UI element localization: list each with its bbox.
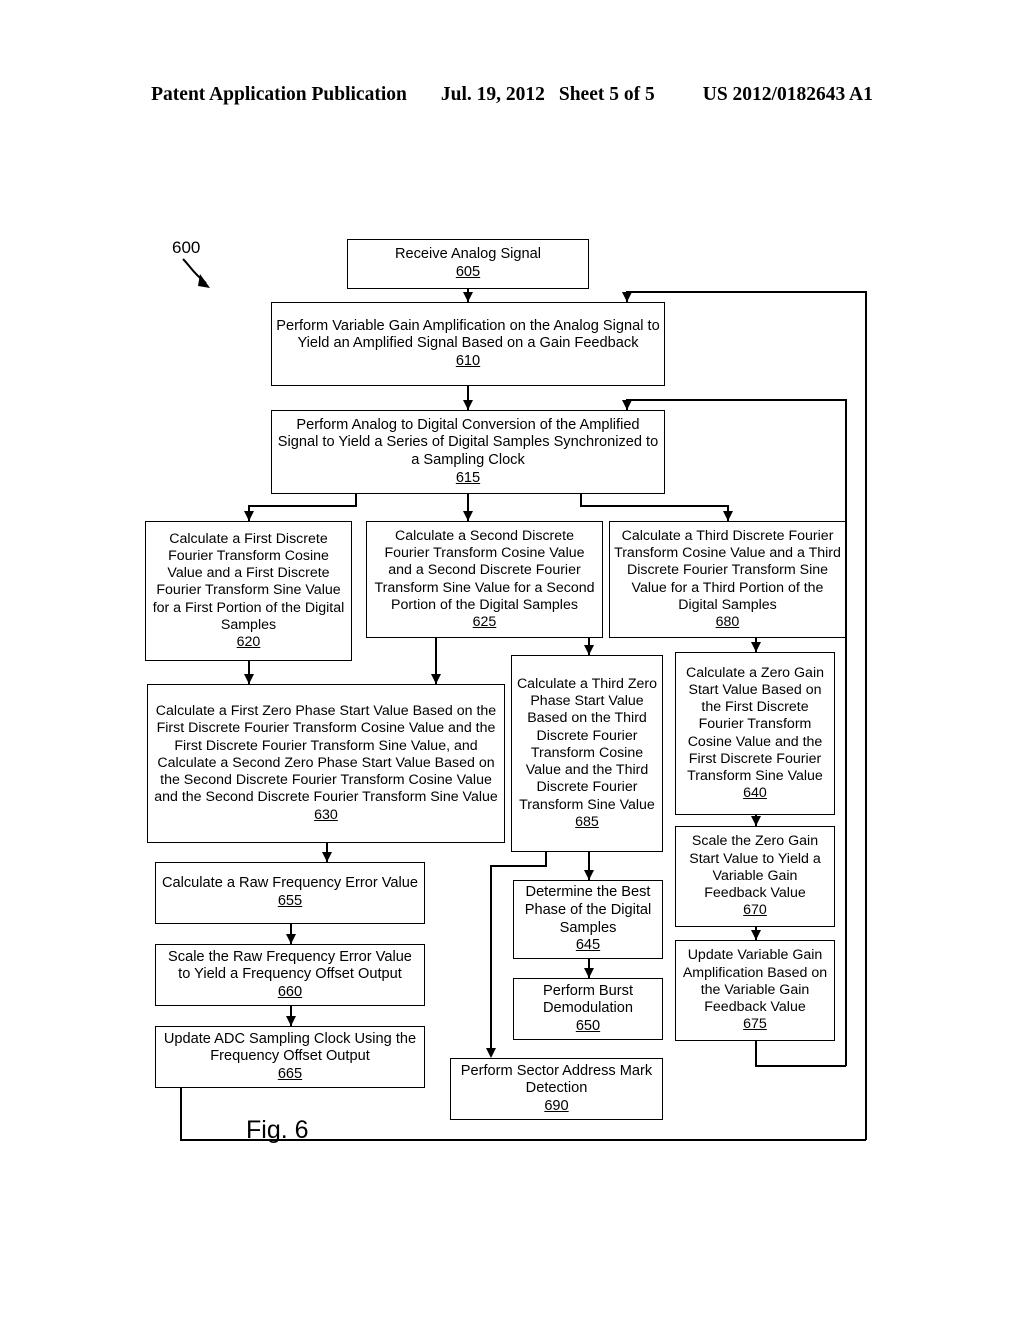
node-640-text: Calculate a Zero Gain Start Value Based … [685, 664, 824, 784]
node-665-update-adc-sampling-clock[interactable]: Update ADC Sampling Clock Using the Freq… [155, 1026, 425, 1088]
node-630-text: Calculate a First Zero Phase Start Value… [154, 703, 498, 806]
arrow-625-630 [430, 674, 441, 684]
feedback-675-615-rise [845, 399, 847, 1066]
connector-685-690-drop [545, 852, 547, 866]
arrow-615-620 [243, 511, 254, 521]
arrow-610-615 [462, 400, 473, 410]
arrow-645-650 [583, 968, 594, 978]
feedback-675-615-run [755, 1065, 846, 1067]
node-625-text: Calculate a Second Discrete Fourier Tran… [374, 527, 595, 613]
feedback-665-610-run [180, 1139, 866, 1141]
arrow-680-640 [750, 642, 761, 652]
node-610-variable-gain-amplification[interactable]: Perform Variable Gain Amplification on t… [271, 302, 665, 386]
node-620-first-dft[interactable]: Calculate a First Discrete Fourier Trans… [145, 521, 352, 661]
node-615-text: Perform Analog to Digital Conversion of … [277, 416, 659, 468]
connector-615-left-run [248, 505, 357, 507]
node-655-raw-frequency-error-value[interactable]: Calculate a Raw Frequency Error Value 65… [155, 862, 425, 924]
node-680-text: Calculate a Third Discrete Fourier Trans… [614, 527, 841, 613]
node-625-number: 625 [472, 613, 497, 630]
node-660-number: 660 [277, 983, 303, 1000]
node-655-number: 655 [277, 893, 303, 909]
connector-685-690-run [490, 865, 547, 867]
node-630-number: 630 [314, 806, 338, 823]
node-675-update-variable-gain-amplification[interactable]: Update Variable Gain Amplification Based… [675, 940, 835, 1041]
node-605-text: Receive Analog Signal [394, 246, 542, 263]
node-625-second-dft[interactable]: Calculate a Second Discrete Fourier Tran… [366, 521, 603, 638]
arrow-680-685 [583, 645, 594, 655]
arrow-660-665 [285, 1016, 296, 1026]
node-620-number: 620 [236, 634, 261, 650]
arrow-615-680 [722, 511, 733, 521]
node-630-first-second-zero-phase-start[interactable]: Calculate a First Zero Phase Start Value… [147, 684, 505, 843]
arrow-685-690 [485, 1048, 496, 1058]
node-605-receive-analog-signal[interactable]: Receive Analog Signal 605 [347, 239, 589, 289]
node-680-number: 680 [715, 613, 740, 630]
node-665-number: 665 [277, 1065, 303, 1082]
header-sheet-number: Sheet 5 of 5 [558, 84, 655, 105]
feedback-665-610-drop [180, 1088, 182, 1140]
diagram-reference-number: 600 [172, 238, 201, 257]
node-645-determine-best-phase[interactable]: Determine the Best Phase of the Digital … [513, 880, 663, 959]
feedback-665-610-rise [865, 291, 867, 1140]
node-610-text: Perform Variable Gain Amplification on t… [276, 317, 660, 352]
node-655-text: Calculate a Raw Frequency Error Value [161, 875, 419, 892]
header-patent-number: US 2012/0182643 A1 [702, 84, 873, 105]
node-640-zero-gain-start-value[interactable]: Calculate a Zero Gain Start Value Based … [675, 652, 835, 815]
feedback-675-615-top [626, 399, 846, 401]
node-665-text: Update ADC Sampling Clock Using the Freq… [163, 1030, 417, 1065]
lead-arrow-icon [182, 258, 210, 288]
node-670-number: 670 [743, 902, 767, 919]
node-650-number: 650 [575, 1017, 601, 1034]
feedback-665-610-top [626, 291, 867, 293]
node-680-third-dft[interactable]: Calculate a Third Discrete Fourier Trans… [609, 521, 846, 638]
node-650-perform-burst-demodulation[interactable]: Perform Burst Demodulation 650 [513, 978, 663, 1040]
connector-685-690-down [490, 865, 492, 1049]
node-670-scale-zero-gain-start-value[interactable]: Scale the Zero Gain Start Value to Yield… [675, 826, 835, 927]
node-615-number: 615 [455, 469, 481, 486]
arrow-685-645 [583, 870, 594, 880]
node-640-number: 640 [743, 785, 767, 802]
arrow-630-655 [321, 852, 332, 862]
node-645-text: Determine the Best Phase of the Digital … [524, 884, 652, 936]
node-690-number: 690 [544, 1097, 569, 1114]
node-615-analog-to-digital-conversion[interactable]: Perform Analog to Digital Conversion of … [271, 410, 665, 494]
node-690-text: Perform Sector Address Mark Detection [460, 1062, 653, 1097]
header-publication-title: Patent Application Publication [151, 84, 407, 105]
node-685-number: 685 [575, 813, 599, 830]
patent-figure-page: Patent Application Publication Jul. 19, 2… [0, 0, 1024, 1320]
header-date: Jul. 19, 2012 [440, 84, 545, 105]
node-685-text: Calculate a Third Zero Phase Start Value… [516, 676, 658, 813]
publication-header: Patent Application Publication Jul. 19, 2… [0, 84, 1024, 106]
node-605-number: 605 [455, 264, 481, 280]
node-650-text: Perform Burst Demodulation [542, 982, 634, 1017]
figure-label: Fig. 6 [246, 1116, 309, 1144]
node-610-number: 610 [455, 352, 481, 369]
arrow-670-675 [750, 930, 761, 940]
node-675-text: Update Variable Gain Amplification Based… [682, 947, 828, 1016]
feedback-675-615-drop [755, 1041, 757, 1066]
node-620-text: Calculate a First Discrete Fourier Trans… [152, 530, 345, 633]
node-660-scale-raw-frequency-error[interactable]: Scale the Raw Frequency Error Value to Y… [155, 944, 425, 1006]
arrow-640-670 [750, 816, 761, 826]
arrow-655-660 [285, 934, 296, 944]
node-675-number: 675 [743, 1016, 767, 1033]
arrow-605-610 [462, 292, 473, 302]
arrow-620-630 [243, 674, 254, 684]
node-685-third-zero-phase-start[interactable]: Calculate a Third Zero Phase Start Value… [511, 655, 663, 852]
arrow-615-625 [462, 511, 473, 521]
node-670-text: Scale the Zero Gain Start Value to Yield… [689, 833, 821, 902]
node-660-text: Scale the Raw Frequency Error Value to Y… [168, 948, 412, 983]
connector-615-right-run [580, 505, 728, 507]
arrow-feedback-610 [621, 292, 632, 302]
node-645-number: 645 [575, 937, 601, 954]
arrow-feedback-615 [621, 400, 632, 410]
node-690-sector-address-mark-detection[interactable]: Perform Sector Address Mark Detection 69… [450, 1058, 663, 1120]
